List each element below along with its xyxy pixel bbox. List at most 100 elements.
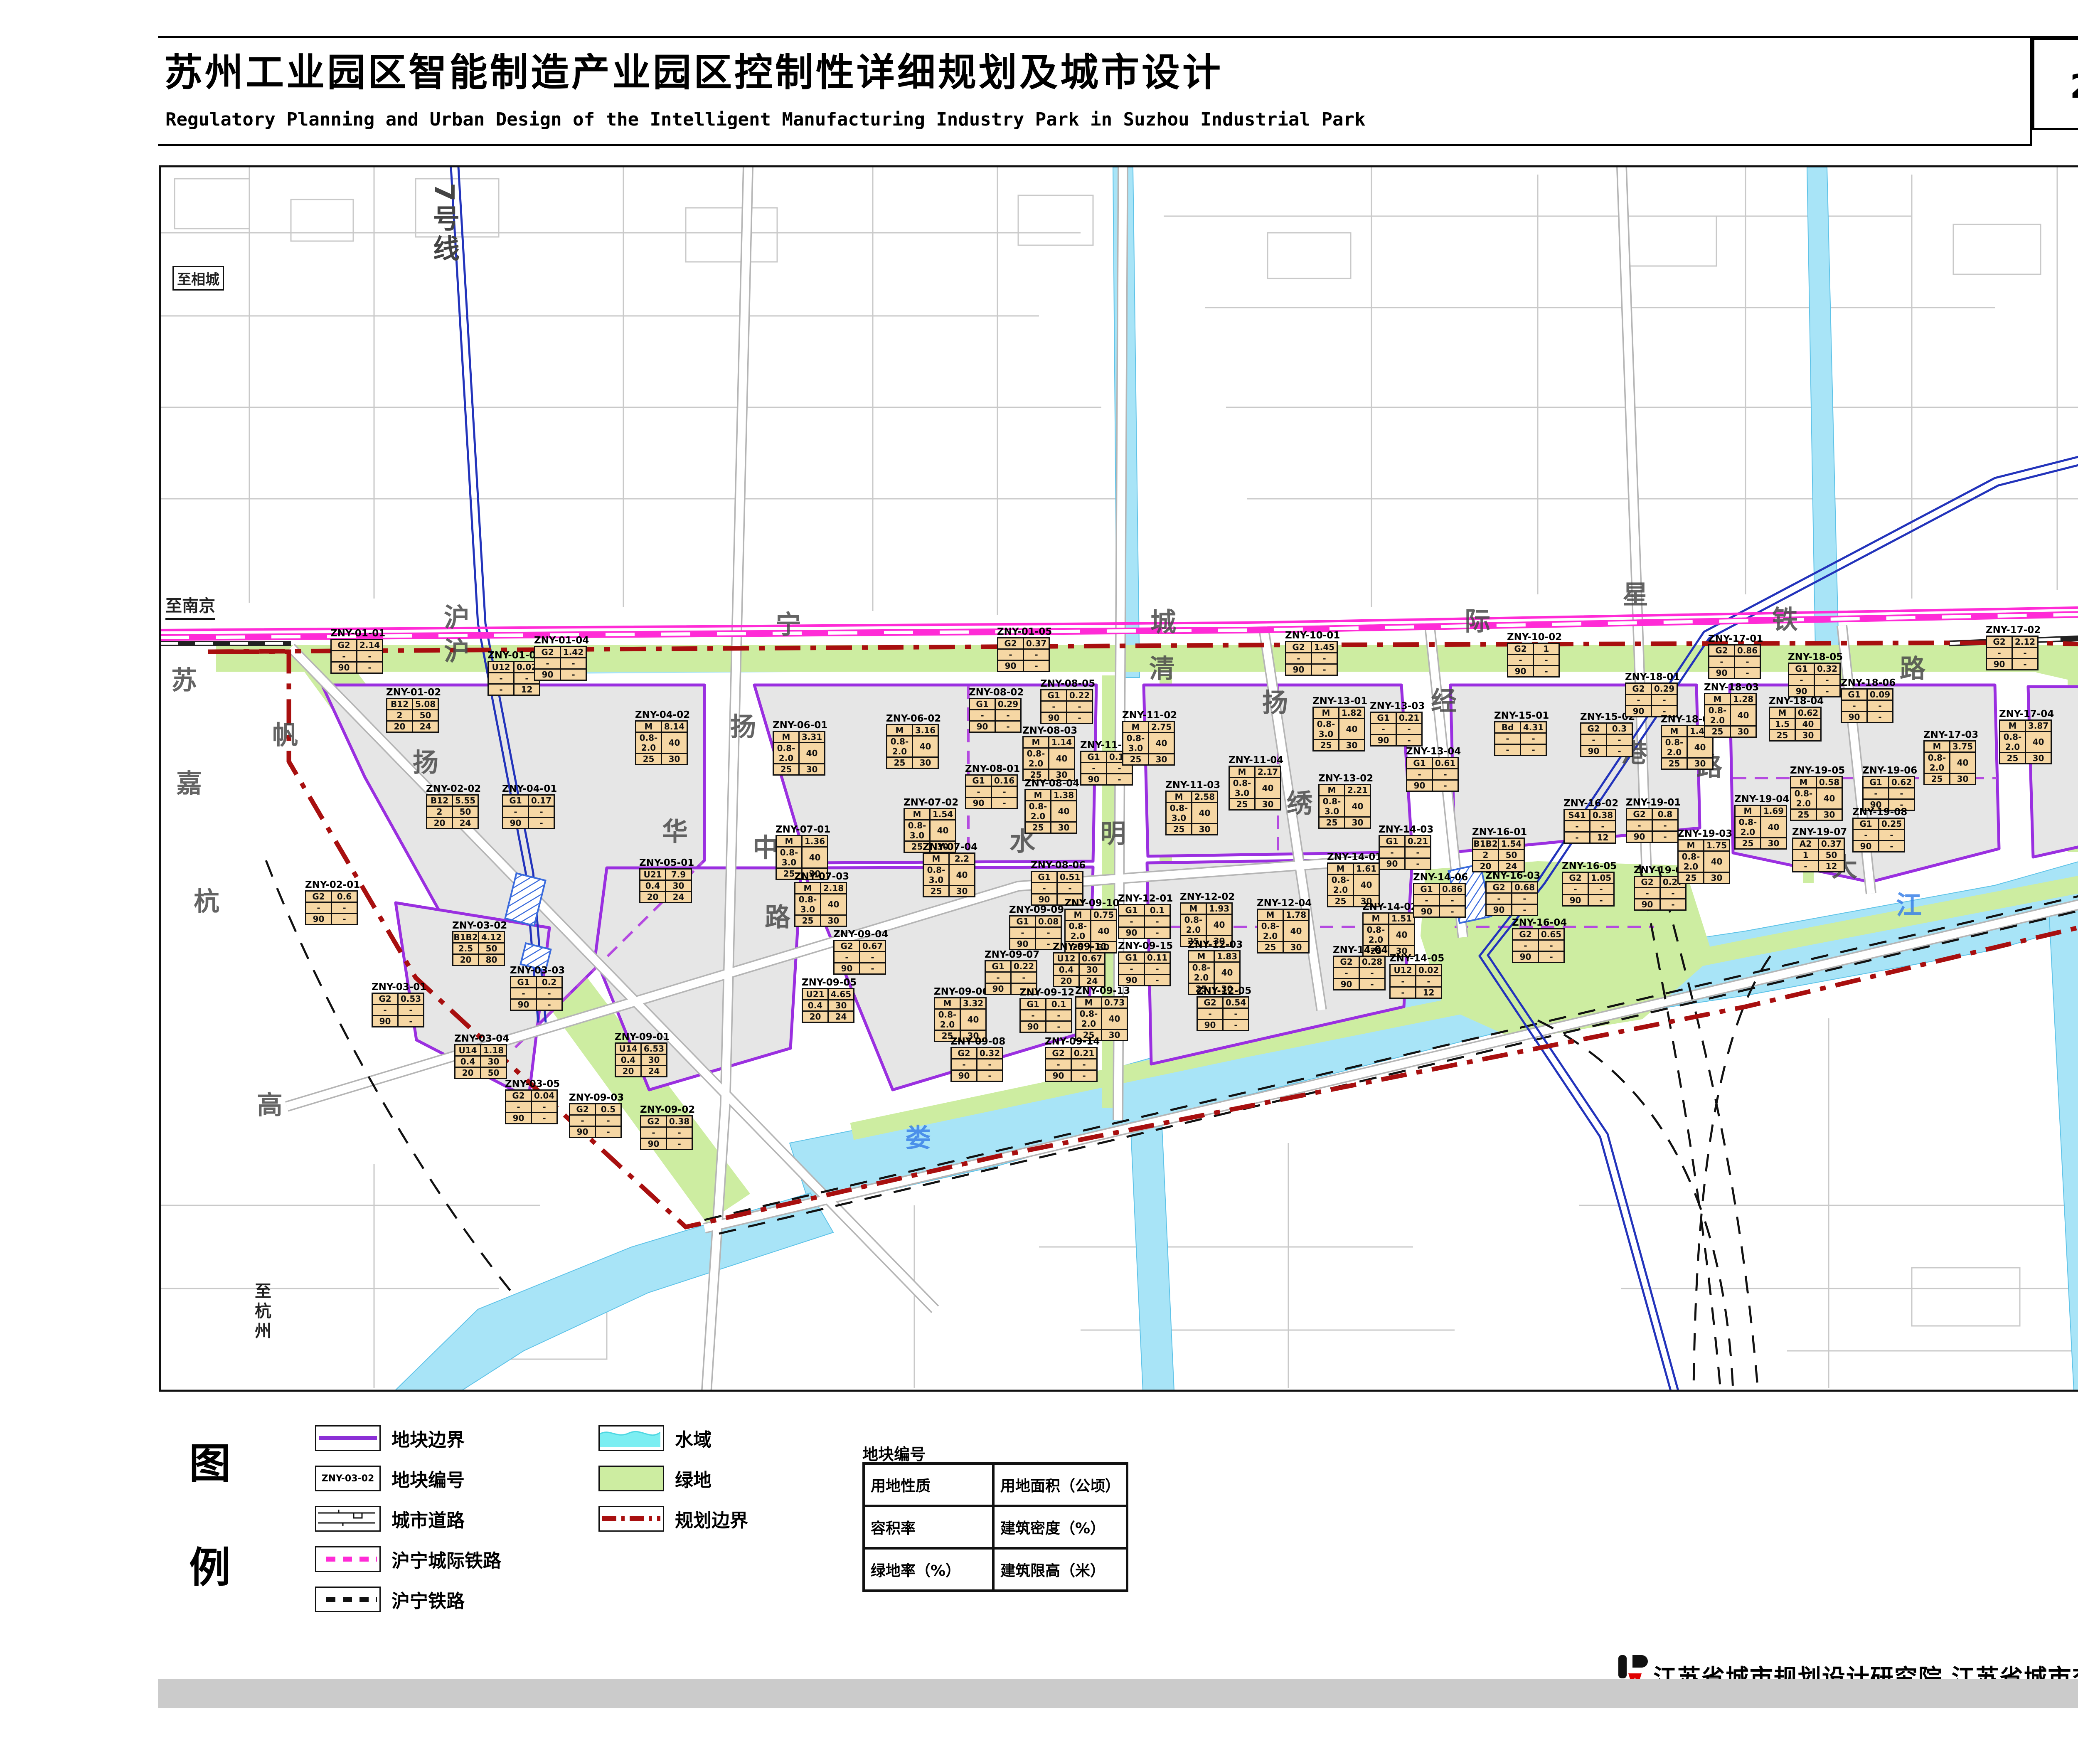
plot-table-ZNY-12-04[interactable]: ZNY-12-04M1.780.8-2.0402530	[1257, 898, 1312, 953]
plot-table-ZNY-04-02[interactable]: ZNY-04-02M8.140.8-2.0402530	[635, 710, 690, 765]
plot-table-ZNY-07-04[interactable]: ZNY-07-04M2.20.8-3.0402530	[923, 842, 977, 897]
plot-indicators: M8.140.8-2.0402530	[635, 720, 688, 765]
planning-boundary-swatch	[602, 1516, 660, 1521]
plot-code: ZNY-09-04	[833, 929, 888, 940]
plot-table-ZNY-12-01[interactable]: ZNY-12-01G10.1--90-	[1118, 893, 1173, 939]
plot-table-ZNY-15-01[interactable]: ZNY-15-01Bd4.31----	[1494, 710, 1549, 756]
plot-table-ZNY-16-04[interactable]: ZNY-16-04G20.65--90-	[1512, 917, 1567, 963]
plot-table-ZNY-04-01[interactable]: ZNY-04-01G10.17--90-	[502, 783, 557, 829]
plot-indicators: M0.730.8-2.0402530	[1075, 996, 1128, 1041]
plot-table-ZNY-12-02[interactable]: ZNY-12-02M1.930.8-2.0402530	[1180, 892, 1235, 947]
plot-table-ZNY-15-02[interactable]: ZNY-15-02G20.3--90-	[1580, 712, 1635, 757]
plot-table-ZNY-14-01[interactable]: ZNY-14-01M1.610.8-2.0402530	[1327, 852, 1382, 907]
plot-table-ZNY-10-01[interactable]: ZNY-10-01G21.45--90-	[1285, 630, 1340, 676]
plot-table-ZNY-11-04[interactable]: ZNY-11-04M2.170.8-3.0402530	[1229, 755, 1283, 811]
plot-code: ZNY-07-03	[794, 871, 849, 882]
city-road-swatch	[316, 1507, 377, 1528]
plot-table-ZNY-18-06[interactable]: ZNY-18-06G10.09--90-	[1841, 678, 1896, 723]
plot-code: ZNY-14-05	[1389, 953, 1444, 964]
plot-table-ZNY-10-02[interactable]: ZNY-10-02G21--90-	[1507, 632, 1562, 678]
plot-table-ZNY-02-02[interactable]: ZNY-02-02B125.552502024	[426, 783, 481, 829]
plot-table-ZNY-13-03[interactable]: ZNY-13-03G10.21--90-	[1370, 701, 1425, 746]
plot-table-ZNY-09-01[interactable]: ZNY-09-01U146.530.4302024	[615, 1032, 670, 1077]
plot-table-ZNY-09-12[interactable]: ZNY-09-12G10.1--90-	[1019, 987, 1074, 1033]
plot-table-ZNY-19-05[interactable]: ZNY-19-05M0.580.8-2.0402530	[1790, 765, 1845, 821]
plot-table-ZNY-19-07[interactable]: ZNY-19-07A20.37150-12	[1792, 827, 1847, 872]
plot-table-ZNY-18-01[interactable]: ZNY-18-01G20.29--90-	[1625, 672, 1680, 717]
plot-code: ZNY-13-01	[1312, 696, 1367, 707]
plot-table-ZNY-17-02[interactable]: ZNY-17-02G22.12--90-	[1986, 625, 2041, 670]
plot-code: ZNY-09-11	[1053, 941, 1108, 952]
plot-table-ZNY-14-03[interactable]: ZNY-14-03G10.21--90-	[1379, 824, 1433, 870]
plot-code: ZNY-07-04	[923, 842, 977, 852]
plot-indicators: G10.09--90-	[1841, 688, 1893, 723]
plot-table-ZNY-17-03[interactable]: ZNY-17-03M3.750.8-2.0402530	[1923, 729, 1978, 785]
plot-indicators: M3.320.8-2.0402530	[934, 997, 987, 1042]
plot-code: ZNY-14-02	[1362, 902, 1417, 912]
plot-table-ZNY-09-08[interactable]: ZNY-09-08G20.32--90-	[950, 1036, 1005, 1082]
plot-indicators: G10.17--90-	[502, 794, 555, 829]
plot-table-ZNY-16-02[interactable]: ZNY-16-02S410.38---12	[1563, 798, 1618, 844]
plot-table-ZNY-08-01[interactable]: ZNY-08-01G10.16--90-	[965, 764, 1020, 809]
plot-table-ZNY-13-01[interactable]: ZNY-13-01M1.820.8-3.0402530	[1312, 696, 1367, 751]
plot-table-ZNY-08-04[interactable]: ZNY-08-04M1.380.8-2.0402530	[1024, 778, 1079, 834]
plot-table-ZNY-19-01[interactable]: ZNY-19-01G20.8--90-	[1626, 797, 1681, 843]
plot-table-ZNY-09-02[interactable]: ZNY-09-02G20.38--90-	[640, 1104, 695, 1150]
plot-table-ZNY-11-03[interactable]: ZNY-11-03M2.580.8-3.0402530	[1165, 780, 1220, 835]
plot-code: ZNY-16-04	[1512, 917, 1567, 928]
edge-label: 7号线	[425, 183, 463, 265]
plot-table-ZNY-03-03[interactable]: ZNY-03-03G10.2--90-	[510, 965, 565, 1011]
road-name-char: 帆	[272, 714, 298, 751]
plot-table-ZNY-06-02[interactable]: ZNY-06-02M3.160.8-2.0402530	[886, 713, 941, 769]
plot-indicators: M1.750.8-2.0402530	[1677, 839, 1730, 884]
plot-table-ZNY-09-13[interactable]: ZNY-09-13M0.730.8-2.0402530	[1075, 985, 1130, 1041]
plot-table-ZNY-13-02[interactable]: ZNY-13-02M2.210.8-3.0402530	[1318, 773, 1373, 829]
plot-table-ZNY-18-03[interactable]: ZNY-18-03M1.280.8-2.0402530	[1704, 682, 1759, 738]
plot-table-ZNY-05-01[interactable]: ZNY-05-01U217.90.4302024	[639, 857, 694, 903]
plot-table-ZNY-07-03[interactable]: ZNY-07-03M2.180.8-3.0402530	[794, 871, 849, 927]
plot-table-ZNY-09-11[interactable]: ZNY-09-11U120.670.4302024	[1053, 941, 1108, 987]
plot-table-ZNY-16-03[interactable]: ZNY-16-03G20.68--90-	[1485, 870, 1540, 916]
plot-table-ZNY-09-03[interactable]: ZNY-09-03G20.5--90-	[569, 1092, 624, 1138]
plot-table-ZNY-09-04[interactable]: ZNY-09-04G20.67--90-	[833, 929, 888, 975]
plot-table-ZNY-01-01[interactable]: ZNY-01-01G22.14--90-	[330, 628, 385, 674]
plot-table-ZNY-08-02[interactable]: ZNY-08-02G10.29--90-	[969, 687, 1024, 733]
plot-code: ZNY-06-02	[886, 713, 941, 724]
plot-table-ZNY-13-04[interactable]: ZNY-13-04G10.61--90-	[1406, 746, 1461, 792]
plot-table-ZNY-11-02[interactable]: ZNY-11-02M2.750.8-3.0402530	[1122, 710, 1177, 766]
plot-table-ZNY-17-04[interactable]: ZNY-17-04M3.870.8-2.0402530	[1999, 709, 2054, 764]
plot-indicators: M1.780.8-2.0402530	[1257, 909, 1310, 953]
plot-table-ZNY-19-03[interactable]: ZNY-19-03M1.750.8-2.0402530	[1677, 828, 1732, 884]
plot-table-ZNY-14-06[interactable]: ZNY-14-06G10.86--90-	[1413, 872, 1468, 918]
plot-indicators: M1.140.8-2.0402530	[1022, 736, 1075, 781]
plot-table-ZNY-14-04[interactable]: ZNY-14-04G20.28--90-	[1333, 945, 1388, 990]
plot-table-ZNY-18-04[interactable]: ZNY-18-04M0.621.5402530	[1769, 696, 1824, 742]
plot-table-ZNY-19-08[interactable]: ZNY-19-08G10.25--90-	[1852, 807, 1907, 852]
plot-table-ZNY-19-04[interactable]: ZNY-19-04M1.690.8-2.0402530	[1734, 794, 1789, 850]
plot-table-ZNY-18-05[interactable]: ZNY-18-05G10.32--90-	[1788, 652, 1843, 697]
plot-table-ZNY-16-01[interactable]: ZNY-16-01B1B21.542502024	[1472, 827, 1527, 872]
plot-table-ZNY-08-03[interactable]: ZNY-08-03M1.140.8-2.0402530	[1022, 725, 1077, 781]
plot-indicators: U141.180.4302050	[454, 1044, 507, 1079]
plot-table-ZNY-09-14[interactable]: ZNY-09-14G20.21--90-	[1045, 1036, 1100, 1082]
plot-table-ZNY-16-05[interactable]: ZNY-16-05G21.05--90-	[1562, 861, 1617, 907]
plot-table-ZNY-09-05[interactable]: ZNY-09-05U214.650.4302024	[802, 977, 857, 1023]
plot-table-ZNY-02-01[interactable]: ZNY-02-01G20.6--90-	[305, 880, 360, 925]
plot-table-ZNY-01-04[interactable]: ZNY-01-04G21.42--90-	[534, 635, 589, 681]
plot-table-ZNY-12-05[interactable]: ZNY-12-05G20.54--90-	[1197, 985, 1251, 1031]
plot-table-ZNY-03-02[interactable]: ZNY-03-02B1B24.122.5502080	[452, 920, 507, 966]
plot-table-ZNY-06-01[interactable]: ZNY-06-01M3.310.8-2.0402530	[773, 720, 827, 776]
plot-table-ZNY-01-02[interactable]: ZNY-01-02B125.082502024	[386, 687, 441, 733]
plot-table-ZNY-03-05[interactable]: ZNY-03-05G20.04--90-	[505, 1079, 560, 1124]
plot-code: ZNY-09-07	[985, 949, 1039, 960]
plot-table-ZNY-08-05[interactable]: ZNY-08-05G10.22--90-	[1040, 678, 1095, 724]
plot-code: ZNY-03-04	[454, 1033, 509, 1044]
plot-table-ZNY-09-06[interactable]: ZNY-09-06M3.320.8-2.0402530	[934, 986, 989, 1042]
plot-table-ZNY-01-05[interactable]: ZNY-01-05G20.37--90-	[997, 626, 1052, 672]
plot-table-ZNY-03-04[interactable]: ZNY-03-04U141.180.4302050	[454, 1033, 509, 1079]
plot-table-ZNY-14-05[interactable]: ZNY-14-05U120.02---12	[1389, 953, 1444, 999]
plot-table-ZNY-19-06[interactable]: ZNY-19-06G10.62--90-	[1862, 765, 1917, 811]
plot-table-ZNY-17-01[interactable]: ZNY-17-01G20.86--90-	[1708, 633, 1763, 679]
plot-table-ZNY-03-01[interactable]: ZNY-03-01G20.53--90-	[372, 982, 426, 1027]
plot-table-ZNY-09-15[interactable]: ZNY-09-15G10.11--90-	[1118, 941, 1173, 986]
